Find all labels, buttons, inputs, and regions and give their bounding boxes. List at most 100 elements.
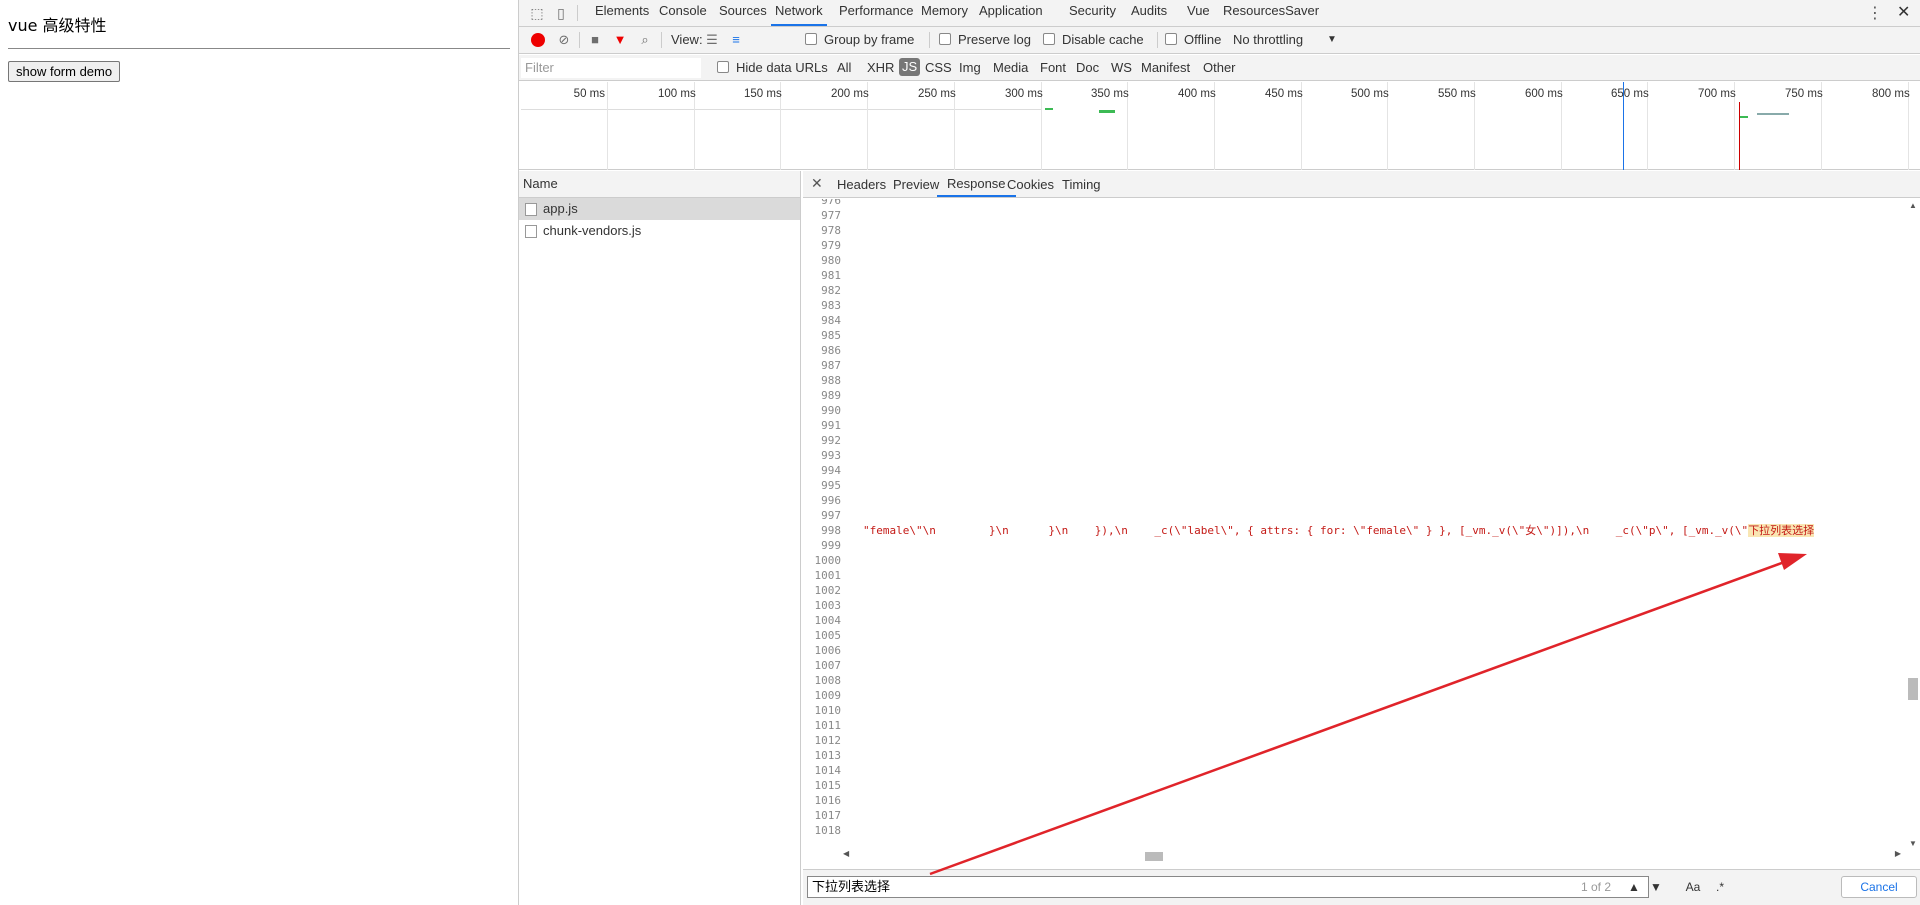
device-toolbar-icon[interactable]: ▯ [551,3,571,23]
cancel-button[interactable]: Cancel [1841,876,1917,898]
tab-application[interactable]: Application [975,0,1047,26]
offline-checkbox[interactable] [1165,33,1177,45]
filter-doc[interactable]: Doc [1076,60,1099,75]
line-number: 1011 [814,719,842,732]
list-view-icon[interactable]: ☰ [703,31,721,49]
disable-cache-label: Disable cache [1062,32,1144,47]
line-number: 1012 [814,734,842,747]
filter-font[interactable]: Font [1040,60,1066,75]
timeline-tick-label: 650 ms [1611,88,1649,100]
tab-resourcessaver[interactable]: ResourcesSaver [1219,0,1323,26]
tab-cookies[interactable]: Cookies [1007,177,1054,192]
timeline-tick-label: 750 ms [1785,88,1823,100]
filter-media[interactable]: Media [993,60,1028,75]
vertical-scrollbar[interactable]: ▲ ▼ [1905,199,1920,849]
filter-ws[interactable]: WS [1111,60,1132,75]
filter-all[interactable]: All [837,60,851,75]
line-number: 985 [821,329,841,342]
close-icon[interactable]: ✕ [1897,2,1910,22]
list-item[interactable]: chunk-vendors.js [519,220,800,242]
match-case-button[interactable]: Aa [1681,878,1705,896]
chevron-up-icon[interactable]: ▲ [1625,878,1643,896]
screenshot-camera-icon[interactable]: ■ [586,31,604,49]
tab-sources[interactable]: Sources [715,0,771,26]
chevron-down-icon[interactable]: ▼ [1327,34,1337,45]
line-number: 980 [821,254,841,267]
filter-js[interactable]: JS [899,58,921,76]
request-bar [1740,116,1748,118]
chevron-down-icon[interactable]: ▼ [1647,878,1665,896]
scroll-down-icon[interactable]: ▼ [1909,839,1917,848]
tab-network[interactable]: Network [771,0,827,26]
timeline-tick-label: 50 ms [573,88,605,100]
tab-memory[interactable]: Memory [917,0,972,26]
show-form-demo-button[interactable]: show form demo [8,61,121,82]
scroll-right-icon[interactable]: ▶ [1895,849,1901,858]
tab-headers[interactable]: Headers [837,177,886,192]
divider [1157,32,1158,48]
filter-input[interactable]: Filter [521,58,701,78]
throttling-select[interactable]: No throttling [1233,32,1303,47]
line-number: 998 [821,524,841,537]
filter-xhr[interactable]: XHR [867,60,894,75]
filter-manifest[interactable]: Manifest [1141,60,1190,75]
tab-preview[interactable]: Preview [893,177,939,192]
response-code-viewer[interactable]: 976 977 978 979 980 981 982 983 984 985 986 987 988 9… [803,199,1903,835]
timeline-overview[interactable]: 50 ms 100 ms 150 ms 200 ms 250 ms 300 ms 350 m… [519,82,1920,170]
line-number: 1010 [814,704,842,717]
request-bar [1045,108,1053,110]
tab-security[interactable]: Security [1065,0,1120,26]
scroll-up-icon[interactable]: ▲ [1909,201,1917,210]
view-label: View: [671,32,703,47]
timeline-tick-label: 250 ms [918,88,956,100]
record-icon[interactable] [531,33,545,47]
line-number: 992 [821,434,841,447]
filter-other[interactable]: Other [1203,60,1236,75]
horizontal-scrollbar[interactable]: ◀ ▶ [843,849,1905,863]
timeline-tick-label: 150 ms [744,88,782,100]
tab-audits[interactable]: Audits [1127,0,1171,26]
preserve-log-label: Preserve log [958,32,1031,47]
scrollbar-thumb[interactable] [1145,852,1163,861]
close-icon[interactable]: ✕ [811,175,823,192]
search-match-highlight: 下拉列表选择 [1748,524,1815,537]
regex-button[interactable]: .* [1711,878,1729,896]
timeline-tick-label: 500 ms [1351,88,1389,100]
clear-icon[interactable]: ⊘ [555,31,573,49]
filter-icon[interactable]: ▼ [611,31,629,49]
name-column-header[interactable]: Name [519,171,800,198]
line-number: 1014 [814,764,842,777]
line-number: 976 [821,199,841,207]
divider [579,32,580,48]
line-number: 1000 [814,554,842,567]
filter-css[interactable]: CSS [925,60,952,75]
inspect-element-icon[interactable]: ⬚ [527,3,547,23]
tab-response[interactable]: Response [937,171,1016,197]
scroll-left-icon[interactable]: ◀ [843,849,849,858]
tab-timing[interactable]: Timing [1062,177,1101,192]
timeline-tick-label: 600 ms [1525,88,1563,100]
tab-vue[interactable]: Vue [1183,0,1214,26]
line-number: 979 [821,239,841,252]
filter-bar: Filter Hide data URLs All XHR JS CSS Img… [519,55,1920,81]
scrollbar-thumb[interactable] [1908,678,1918,700]
search-icon[interactable]: ⌕ [636,31,654,49]
file-name: app.js [543,201,578,216]
divider [577,5,578,21]
list-item[interactable]: app.js [519,198,800,220]
line-number: 996 [821,494,841,507]
search-input[interactable]: 下拉列表选择 [807,876,1649,898]
tab-elements[interactable]: Elements [591,0,653,26]
tab-console[interactable]: Console [655,0,711,26]
line-number: 1017 [814,809,842,822]
more-options-icon[interactable]: ⋮ [1867,3,1883,23]
group-by-frame-checkbox[interactable] [805,33,817,45]
filter-img[interactable]: Img [959,60,981,75]
divider [929,32,930,48]
disable-cache-checkbox[interactable] [1043,33,1055,45]
waterfall-view-icon[interactable]: ≡ [727,31,745,49]
tab-performance[interactable]: Performance [835,0,917,26]
file-name: chunk-vendors.js [543,223,642,238]
preserve-log-checkbox[interactable] [939,33,951,45]
hide-data-urls-checkbox[interactable] [717,61,729,73]
